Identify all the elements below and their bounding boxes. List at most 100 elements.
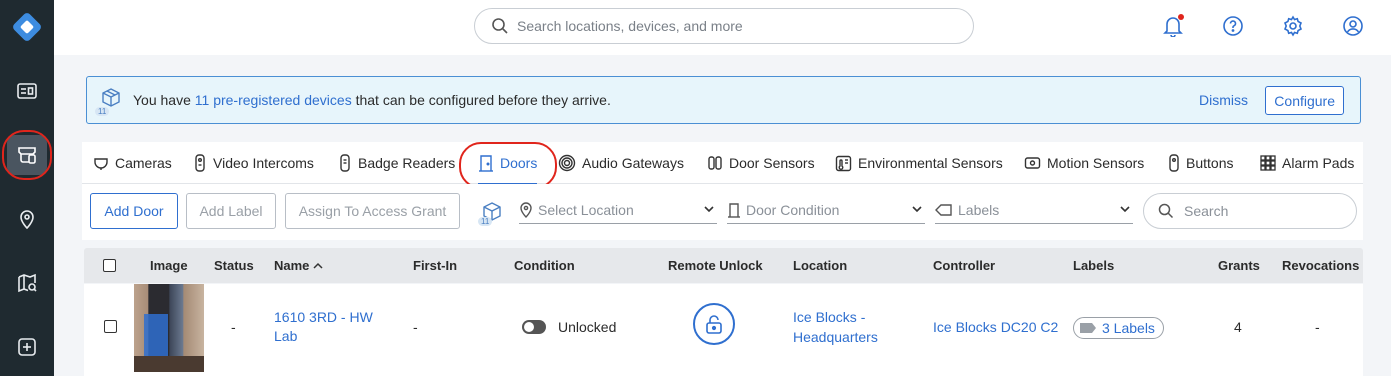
header-status[interactable]: Status xyxy=(214,248,254,283)
header-image: Image xyxy=(150,258,188,273)
header-first-in[interactable]: First-In xyxy=(413,248,457,283)
chevron-down-icon xyxy=(704,206,714,213)
door-icon xyxy=(728,202,740,218)
condition-value: Unlocked xyxy=(558,319,617,335)
environmental-sensor-icon xyxy=(835,155,852,171)
location-link[interactable]: Ice Blocks - Headquarters xyxy=(793,307,903,347)
tab-alarm-pads[interactable]: Alarm Pads xyxy=(1260,142,1354,184)
tag-icon xyxy=(1080,323,1096,333)
chevron-down-icon xyxy=(1120,206,1130,213)
tab-door-sensors[interactable]: Door Sensors xyxy=(707,142,815,184)
package-count-badge: 11 xyxy=(478,217,493,226)
tab-buttons[interactable]: Buttons xyxy=(1168,142,1233,184)
sort-ascending-icon xyxy=(313,262,323,269)
help-icon[interactable] xyxy=(1221,14,1245,38)
door-name-link[interactable]: 1610 3RD - HW Lab xyxy=(274,308,394,346)
grants-value: 4 xyxy=(1234,319,1242,335)
chevron-down-icon xyxy=(912,206,922,213)
remote-unlock-button[interactable] xyxy=(693,303,735,345)
tab-audio-gateways[interactable]: Audio Gateways xyxy=(558,142,684,184)
dashboard-icon[interactable] xyxy=(7,71,47,111)
plus-square-icon[interactable] xyxy=(7,327,47,367)
labels-dropdown[interactable]: Labels xyxy=(935,196,1133,224)
configure-button[interactable]: Configure xyxy=(1265,86,1344,115)
condition-cell: Unlocked xyxy=(522,319,616,335)
bell-icon[interactable] xyxy=(1161,14,1185,38)
select-location-label: Select Location xyxy=(538,201,634,218)
header-remote-unlock: Remote Unlock xyxy=(668,258,763,273)
tab-label: Motion Sensors xyxy=(1047,155,1145,171)
header-labels: Labels xyxy=(1073,258,1115,273)
header-name[interactable]: Name xyxy=(274,248,324,283)
alarm-pad-icon xyxy=(1260,155,1276,171)
tab-cameras[interactable]: Cameras xyxy=(93,142,172,184)
row-checkbox[interactable] xyxy=(104,320,117,333)
labels-label: Labels xyxy=(958,201,1000,218)
header-controller[interactable]: Controller xyxy=(933,248,995,283)
tab-label: Cameras xyxy=(115,155,172,171)
status-value: - xyxy=(231,319,236,335)
header-grants[interactable]: Grants xyxy=(1218,248,1260,283)
location-pin-icon[interactable] xyxy=(7,199,47,239)
tab-label: Buttons xyxy=(1186,155,1234,171)
header-condition[interactable]: Condition xyxy=(514,248,575,283)
tab-label: Badge Readers xyxy=(358,155,456,171)
global-search-input[interactable]: Search locations, devices, and more xyxy=(474,8,974,44)
banner-text-before: You have xyxy=(133,92,191,108)
location-pin-icon xyxy=(520,201,532,218)
labels-chip[interactable]: 3 Labels xyxy=(1073,317,1164,339)
notification-dot xyxy=(1178,14,1184,20)
assign-access-grant-button[interactable]: Assign To Access Grant xyxy=(285,193,460,229)
door-condition-dropdown[interactable]: Door Condition xyxy=(727,196,925,224)
doors-tab-highlight-ring xyxy=(459,142,557,189)
tab-video-intercoms[interactable]: Video Intercoms xyxy=(193,142,314,184)
package-icon[interactable]: 11 xyxy=(478,200,506,226)
device-type-tabs: Cameras Video Intercoms Badge Readers Do… xyxy=(82,142,1363,185)
side-rail xyxy=(0,0,54,376)
logo-icon[interactable] xyxy=(8,8,46,46)
highlight-ring xyxy=(2,130,52,180)
select-all-checkbox[interactable] xyxy=(103,248,116,283)
audio-gateway-icon xyxy=(558,154,576,172)
revocations-value: - xyxy=(1315,319,1320,335)
doors-search-input[interactable]: Search xyxy=(1143,193,1357,229)
package-count-badge: 11 xyxy=(95,107,110,116)
add-door-button[interactable]: Add Door xyxy=(90,193,178,229)
tab-label: Environmental Sensors xyxy=(858,155,1003,171)
header-revocations[interactable]: Revocations xyxy=(1282,248,1359,283)
map-search-icon[interactable] xyxy=(7,263,47,303)
camera-icon xyxy=(94,158,108,170)
table-header: Image Status Name First-In Condition Rem… xyxy=(84,248,1363,283)
tab-motion-sensors[interactable]: Motion Sensors xyxy=(1024,142,1144,184)
select-location-dropdown[interactable]: Select Location xyxy=(519,196,717,224)
tab-label: Door Sensors xyxy=(729,155,815,171)
dismiss-button[interactable]: Dismiss xyxy=(1199,92,1248,108)
motion-sensor-icon xyxy=(1024,157,1041,169)
pre-registered-banner: 11 You have 11 pre-registered devices th… xyxy=(86,76,1361,124)
global-search-placeholder: Search locations, devices, and more xyxy=(517,18,743,34)
header-location[interactable]: Location xyxy=(793,248,847,283)
controller-link[interactable]: Ice Blocks DC20 C2 xyxy=(933,319,1058,335)
tab-label: Audio Gateways xyxy=(582,155,684,171)
banner-text-after: that can be configured before they arriv… xyxy=(355,92,611,108)
search-icon xyxy=(492,18,508,34)
pre-registered-link[interactable]: 11 pre-registered devices xyxy=(195,92,352,108)
tab-label: Alarm Pads xyxy=(1282,155,1355,171)
add-label-button[interactable]: Add Label xyxy=(186,193,276,229)
search-icon xyxy=(1158,203,1174,219)
package-icon: 11 xyxy=(95,86,123,116)
gear-icon[interactable] xyxy=(1281,14,1305,38)
first-in-value: - xyxy=(413,319,418,335)
labels-chip-text: 3 Labels xyxy=(1102,320,1155,336)
badge-reader-icon xyxy=(340,154,350,172)
table-row[interactable]: - 1610 3RD - HW Lab - Unlocked Ice Block… xyxy=(84,284,1363,376)
condition-toggle[interactable] xyxy=(522,320,546,334)
tab-badge-readers[interactable]: Badge Readers xyxy=(338,142,455,184)
tag-icon xyxy=(935,203,952,216)
tab-environmental-sensors[interactable]: Environmental Sensors xyxy=(835,142,1003,184)
door-thumbnail-image[interactable] xyxy=(134,284,204,372)
header-name-label: Name xyxy=(274,258,310,273)
user-icon[interactable] xyxy=(1341,14,1365,38)
door-condition-label: Door Condition xyxy=(746,201,840,218)
door-sensor-icon xyxy=(708,156,722,170)
